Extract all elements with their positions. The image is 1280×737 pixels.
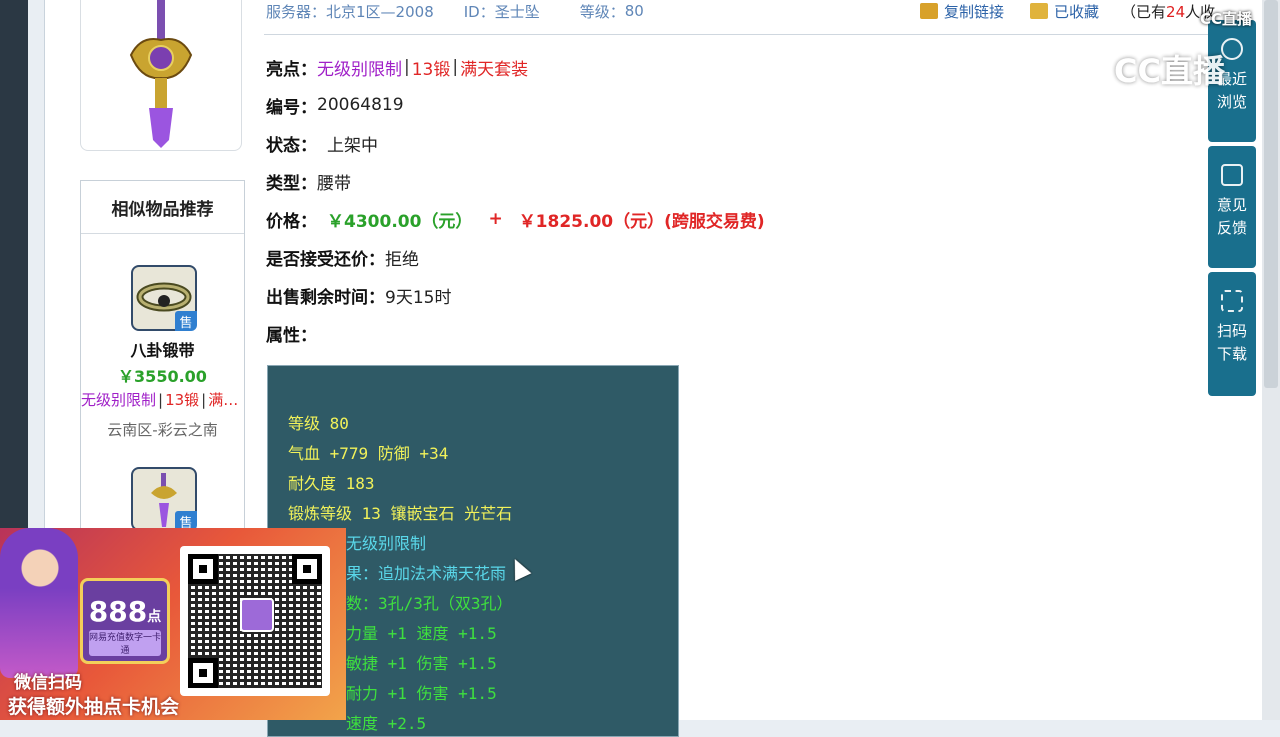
- item-detail-fields: 亮点： 无级别限制 | 13锻 | 满天套装 编号： 20064819 状态： 上架中 类型…: [266, 48, 765, 352]
- id-label: ID：: [463, 2, 495, 21]
- tag-13-forge: 13锻: [411, 59, 451, 80]
- attr-line: 气血 +779 防御 +34: [288, 444, 449, 463]
- item-actions: 复制链接 已收藏 （已有24人收: [920, 0, 1215, 22]
- status-row: 状态： 上架中: [266, 124, 765, 162]
- attr-line: 果：追加法术满天花雨: [346, 564, 507, 583]
- status-value: 上架中: [327, 135, 378, 156]
- copy-link-icon: [920, 3, 938, 19]
- scan-download-button[interactable]: 扫码 下载: [1208, 272, 1256, 396]
- attr-line: 无级别限制: [346, 534, 427, 553]
- highlight-row: 亮点： 无级别限制 | 13锻 | 满天套装: [266, 48, 765, 86]
- feedback-button[interactable]: 意见 反馈: [1208, 146, 1256, 268]
- price-row: 价格： ￥4300.00（元） + ￥1825.00（元）(跨服交易费): [266, 200, 765, 238]
- attr-line: 敏捷 +1 伤害 +1.5: [346, 654, 497, 673]
- scan-icon: [1221, 290, 1243, 312]
- edit-icon: [1221, 164, 1243, 186]
- scan-download-label: 扫码 下载: [1216, 322, 1247, 363]
- promo-line-1: 微信扫码: [14, 673, 82, 693]
- bargain-row: 是否接受还价： 拒绝: [266, 238, 765, 276]
- favorite-button[interactable]: 已收藏: [1054, 1, 1099, 22]
- promo-overlay: 888点 网易充值数字一卡通 微信扫码 获得额外抽点卡机会: [0, 528, 346, 720]
- character-illustration: [0, 528, 78, 678]
- server-label: 服务器：: [266, 2, 327, 21]
- remain-value: 9天15时: [385, 287, 452, 308]
- bargain-value: 拒绝: [385, 249, 419, 270]
- favorite-icon: [1030, 3, 1049, 19]
- tag-no-level-limit: 无级别限制: [317, 59, 402, 80]
- id-value: 圣士坠: [494, 2, 540, 21]
- remain-row: 出售剩余时间： 9天15时: [266, 276, 765, 314]
- watermark-small: CC直播: [1200, 10, 1253, 28]
- attr-line: 耐久度 183: [288, 474, 375, 493]
- type-value: 腰带: [317, 173, 351, 194]
- rec-item-thumb-2[interactable]: 售: [131, 467, 197, 531]
- rec-item-name[interactable]: 八卦锻带: [81, 337, 244, 361]
- level-label: 等级：: [579, 2, 625, 21]
- attr-line: 速度 +2.5: [346, 714, 427, 733]
- sale-tag: 售: [175, 311, 197, 331]
- rec-item-price: ￥3550.00: [118, 367, 207, 386]
- type-row: 类型： 腰带: [266, 162, 765, 200]
- cc-logo-icon: [1072, 51, 1108, 87]
- header-divider: [264, 34, 1214, 35]
- price-fee: ￥1825.00（元）(跨服交易费): [518, 211, 765, 232]
- serial-row: 编号： 20064819: [266, 95, 404, 118]
- point-card: 888点 网易充值数字一卡通: [80, 578, 170, 664]
- server-value: 北京1区—2008: [326, 2, 434, 21]
- copy-link-button[interactable]: 复制链接: [944, 1, 1004, 22]
- attr-row: 属性：: [266, 325, 317, 346]
- attr-line: 力量 +1 速度 +1.5: [346, 624, 497, 643]
- promo-line-2: 获得额外抽点卡机会: [8, 696, 180, 718]
- rec-item-server: 云南区-彩云之南: [107, 421, 218, 439]
- attr-line: 耐力 +1 伤害 +1.5: [346, 684, 497, 703]
- attr-line: 锻炼等级 13 镶嵌宝石 光芒石: [288, 504, 513, 523]
- qr-code: [180, 546, 330, 696]
- price-value: ￥4300.00（元）: [327, 211, 473, 232]
- feedback-label: 意见 反馈: [1216, 196, 1247, 237]
- item-image-frame: [80, 0, 242, 151]
- scrollbar[interactable]: [1262, 0, 1280, 720]
- scrollbar-thumb[interactable]: [1264, 0, 1278, 388]
- serial-value: 20064819: [317, 95, 404, 115]
- rec-item-thumb-1[interactable]: 售: [131, 265, 197, 331]
- qr-logo-icon: [240, 598, 274, 632]
- attr-line: 数：3孔/3孔（双3孔）: [346, 594, 513, 613]
- tag-set: 满天套装: [460, 59, 529, 80]
- similar-items-title: 相似物品推荐: [81, 181, 244, 234]
- sword-ornament-icon: [129, 0, 193, 148]
- watermark-big: CC直播: [1072, 46, 1225, 92]
- similar-items-panel: 相似物品推荐 售 八卦锻带 ￥3550.00 无级别限制 | 13锻 | 满… 云南区-…: [80, 180, 245, 542]
- attr-line: 等级 80: [288, 414, 349, 433]
- price-plus: +: [488, 209, 503, 229]
- rec-item-tags: 无级别限制 | 13锻 | 满…: [81, 391, 239, 409]
- level-value: 80: [624, 2, 644, 20]
- item-header-line: 服务器： 北京1区—2008 ID： 圣士坠 等级： 80: [266, 0, 644, 22]
